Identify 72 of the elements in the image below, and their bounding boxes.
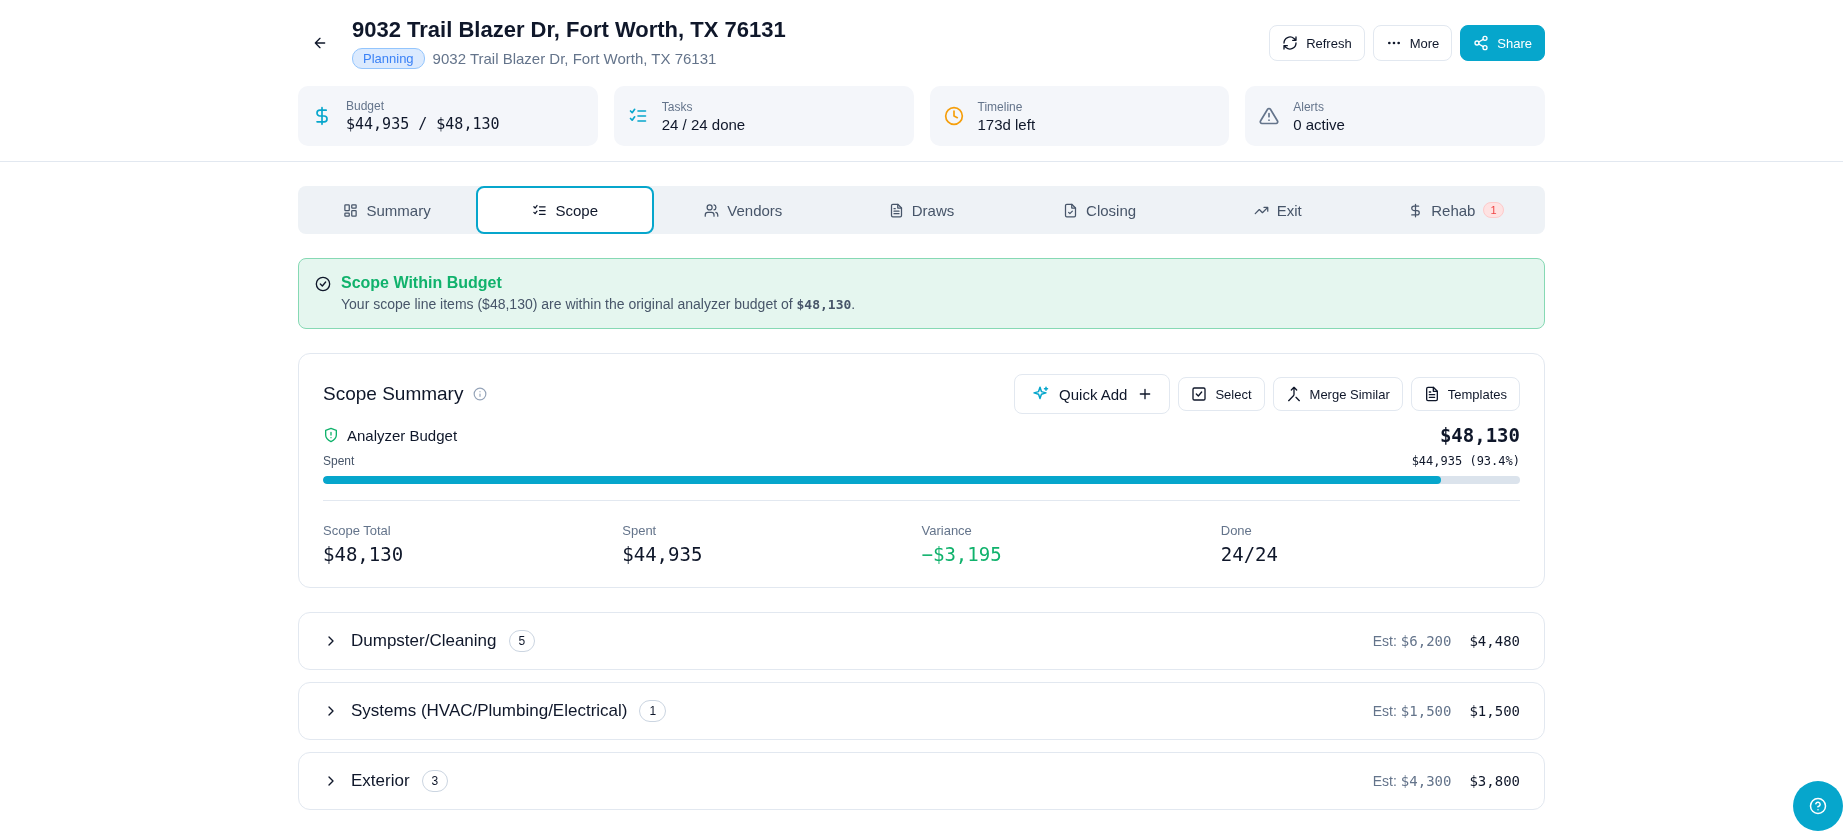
stat-label: Budget <box>346 99 386 113</box>
tab[interactable]: Exit <box>1188 186 1367 234</box>
help-icon <box>1809 797 1827 815</box>
estimate-label: Est: <box>1372 633 1397 649</box>
tab[interactable]: Draws <box>832 186 1011 234</box>
merge-button[interactable]: Merge Similar <box>1272 377 1403 411</box>
section-title: Scope Summary <box>323 383 464 405</box>
category-name: Exterior <box>351 771 410 791</box>
category-row[interactable]: Exterior 3 Est: $4,300 $3,800 <box>298 752 1545 810</box>
metric-value: 24/24 <box>1220 543 1279 565</box>
quick-add-button[interactable]: Quick Add <box>1014 374 1171 414</box>
amount-value: $1,500 <box>1469 703 1520 719</box>
info-icon <box>473 387 488 401</box>
stat-label: Alerts <box>1293 99 1325 114</box>
tab[interactable]: Rehab 1 <box>1366 186 1545 234</box>
more-button[interactable]: More <box>1372 25 1453 61</box>
metric-value: −$3,195 <box>921 543 1003 565</box>
estimate-label: Est: <box>1372 773 1397 789</box>
metric-value: $44,935 <box>622 543 704 565</box>
metric-label: Scope Total <box>323 523 392 538</box>
count-badge: 1 <box>1483 202 1504 218</box>
category-row[interactable]: Systems (HVAC/Plumbing/Electrical) 1 Est: $1,500 $1,500 <box>298 682 1545 740</box>
stat-label: Tasks <box>661 99 694 114</box>
estimate-label: Est: <box>1372 703 1397 719</box>
templates-button[interactable]: Templates <box>1410 377 1520 411</box>
shield-icon <box>323 427 339 443</box>
page-title: 9032 Trail Blazer Dr, Fort Worth, TX 76131 <box>352 16 787 44</box>
stat-value: $44,935 / $48,130 <box>346 115 500 133</box>
checkbox-icon <box>1191 386 1208 402</box>
clock-icon <box>943 106 964 126</box>
estimate-value: $4,300 <box>1400 773 1452 789</box>
metric-label: Variance <box>921 523 973 538</box>
estimate-value: $6,200 <box>1400 633 1452 649</box>
stat-value: 24 / 24 done <box>661 115 746 133</box>
budget-value: $48,130 <box>1439 424 1520 446</box>
stat-value: 0 active <box>1293 115 1345 133</box>
metric-value: $48,130 <box>323 543 405 565</box>
select-button[interactable]: Select <box>1178 377 1265 411</box>
help-button[interactable] <box>1793 781 1843 831</box>
share-icon <box>1473 35 1490 51</box>
amount-value: $3,800 <box>1469 773 1520 789</box>
warning-icon <box>1259 106 1280 126</box>
spent-label: Spent <box>323 454 355 468</box>
stat-label: Timeline <box>977 99 1024 114</box>
tab[interactable]: Scope <box>476 186 655 234</box>
metric-label: Spent <box>622 523 658 538</box>
metric-label: Done <box>1220 523 1253 538</box>
spent-reading: $44,935 (93.4%) <box>1411 454 1520 468</box>
stat-value: 173d left <box>977 115 1036 133</box>
tab[interactable]: Summary <box>298 186 477 234</box>
category-name: Systems (HVAC/Plumbing/Electrical) <box>351 701 628 721</box>
category-row[interactable]: Dumpster/Cleaning 5 Est: $6,200 $4,480 <box>298 612 1545 670</box>
address-text: 9032 Trail Blazer Dr, Fort Worth, TX 76131 <box>432 50 717 67</box>
people-icon <box>704 202 720 218</box>
amount-value: $4,480 <box>1469 633 1520 649</box>
tab[interactable]: Vendors <box>654 186 833 234</box>
alert-title: Scope Within Budget <box>341 274 503 292</box>
check-circle-icon <box>315 276 331 292</box>
budget-label: Analyzer Budget <box>347 426 458 444</box>
tab[interactable]: Closing <box>1010 186 1189 234</box>
document-icon <box>888 202 904 218</box>
document-icon <box>1423 386 1440 402</box>
alert-message: Your scope line items ($48,130) are within the original analyzer budget of $48,130. <box>341 296 856 312</box>
checklist-icon <box>532 202 548 218</box>
category-name: Dumpster/Cleaning <box>351 631 497 651</box>
estimate-value: $1,500 <box>1400 703 1452 719</box>
merge-icon <box>1285 386 1302 402</box>
grid-icon <box>343 202 359 218</box>
refresh-icon <box>1282 35 1299 51</box>
refresh-button[interactable]: Refresh <box>1269 25 1365 61</box>
document-check-icon <box>1063 202 1079 218</box>
status-badge: Planning <box>352 48 425 69</box>
